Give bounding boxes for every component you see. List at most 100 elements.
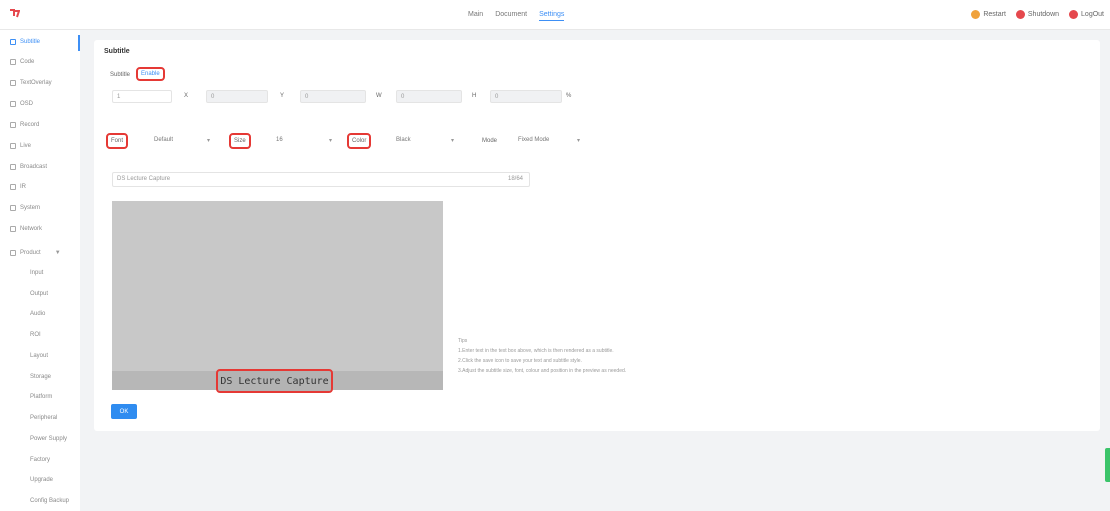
top-nav: Main Document Settings bbox=[468, 11, 565, 21]
broadcast-icon bbox=[10, 164, 16, 170]
sidebar-subitem-upgrade[interactable]: Upgrade bbox=[30, 477, 53, 483]
coord-h-input[interactable]: 0 bbox=[396, 90, 462, 103]
logout-icon bbox=[1069, 10, 1079, 19]
sidebar-subitem-storage[interactable]: Storage bbox=[30, 374, 51, 380]
logout-button[interactable]: LogOut bbox=[1069, 10, 1104, 19]
coord-y-input[interactable]: 0 bbox=[206, 90, 268, 103]
chevron-down-icon: ▾ bbox=[450, 137, 454, 144]
shutdown-icon bbox=[1015, 10, 1025, 19]
sidebar-item-label: Code bbox=[20, 59, 35, 65]
sidebar-item-label: Record bbox=[20, 122, 40, 128]
sidebar-item-label: TextOverlay bbox=[20, 80, 52, 86]
code-icon bbox=[10, 59, 16, 65]
sidebar-item-textoverlay[interactable]: TextOverlay bbox=[10, 78, 52, 88]
coord-w-unit: W bbox=[376, 93, 382, 99]
coord-percent-unit: % bbox=[566, 93, 572, 99]
coord-y-unit: Y bbox=[280, 93, 285, 99]
video-preview[interactable] bbox=[112, 201, 443, 390]
tips-line: 2.Click the save icon to save your text … bbox=[458, 358, 582, 364]
sidebar-subitem-audio[interactable]: Audio bbox=[30, 311, 45, 317]
logout-label: LogOut bbox=[1081, 11, 1104, 18]
sidebar-item-label: Broadcast bbox=[20, 164, 48, 170]
font-select-value: Default bbox=[154, 137, 174, 143]
mode-label: Mode bbox=[482, 138, 498, 144]
sidebar-subitem-roi[interactable]: ROI bbox=[30, 332, 41, 338]
sidebar-subitem-output[interactable]: Output bbox=[30, 291, 48, 297]
text-overlay-icon bbox=[10, 80, 16, 86]
page-title: Subtitle bbox=[104, 48, 130, 55]
sidebar-item-label: Network bbox=[20, 226, 43, 232]
font-select[interactable]: Default ▾ bbox=[150, 133, 214, 147]
coord-x-unit: X bbox=[184, 93, 189, 99]
chevron-down-icon: ▾ bbox=[206, 137, 210, 144]
tips-title: Tips bbox=[458, 338, 468, 344]
subtitle-text-value: DS Lecture Capture bbox=[117, 176, 171, 182]
size-label: Size bbox=[229, 133, 251, 149]
ok-button[interactable]: OK bbox=[111, 404, 137, 419]
sidebar-item-system[interactable]: System bbox=[10, 203, 40, 213]
color-select[interactable]: Black ▾ bbox=[392, 133, 458, 147]
subtitle-enable-toggle[interactable]: Enable bbox=[136, 67, 165, 81]
mode-select[interactable]: Fixed Mode ▾ bbox=[514, 133, 584, 147]
top-bar: Main Document Settings Restart Shutdown … bbox=[0, 0, 1110, 30]
sidebar-item-osd[interactable]: OSD bbox=[10, 99, 33, 109]
side-drawer-handle[interactable] bbox=[1105, 448, 1110, 482]
osd-icon bbox=[10, 101, 16, 107]
mode-select-value: Fixed Mode bbox=[518, 137, 550, 143]
restart-icon bbox=[971, 10, 981, 19]
sidebar-subitem-power-supply[interactable]: Power Supply bbox=[30, 436, 67, 442]
chevron-down-icon: ▾ bbox=[576, 137, 580, 144]
coord-w-input[interactable]: 0 bbox=[300, 90, 366, 103]
subtitle-label: Subtitle bbox=[110, 72, 131, 78]
sidebar-subitem-layout[interactable]: Layout bbox=[30, 353, 48, 359]
sidebar-item-code[interactable]: Code bbox=[10, 57, 34, 67]
sidebar-item-label: Product bbox=[20, 250, 41, 256]
sidebar-item-product[interactable]: Product ▼ bbox=[10, 248, 61, 258]
restart-button[interactable]: Restart bbox=[971, 10, 1006, 19]
shutdown-button[interactable]: Shutdown bbox=[1015, 10, 1060, 19]
sidebar-item-broadcast[interactable]: Broadcast bbox=[10, 162, 47, 172]
tips-panel: Tips 1.Enter text in the text box above,… bbox=[458, 336, 626, 376]
color-label: Color bbox=[346, 133, 372, 149]
tab-document[interactable]: Document bbox=[495, 11, 527, 21]
sidebar-item-network[interactable]: Network bbox=[10, 224, 42, 234]
color-select-value: Black bbox=[396, 137, 411, 143]
coord-percent-input[interactable]: 0 bbox=[490, 90, 562, 103]
subtitle-text-input[interactable]: DS Lecture Capture 18/64 bbox=[112, 172, 530, 187]
sidebar-subitem-config-backup[interactable]: Config Backup bbox=[30, 498, 69, 504]
sidebar-subitem-input[interactable]: Input bbox=[30, 270, 43, 276]
top-actions: Restart Shutdown LogOut bbox=[971, 10, 1104, 19]
live-icon bbox=[10, 143, 16, 149]
sidebar-subitem-factory[interactable]: Factory bbox=[30, 457, 50, 463]
tips-line: 1.Enter text in the text box above, whic… bbox=[458, 348, 614, 354]
sidebar-item-ir[interactable]: IR bbox=[10, 182, 26, 192]
size-select[interactable]: 16 ▾ bbox=[272, 133, 336, 147]
network-icon bbox=[10, 226, 16, 232]
chevron-down-icon: ▾ bbox=[328, 137, 332, 144]
sidebar-subitem-peripheral[interactable]: Peripheral bbox=[30, 415, 57, 421]
sidebar-item-label: Live bbox=[20, 143, 32, 149]
tips-line: 3.Adjust the subtitle size, font, colour… bbox=[458, 368, 627, 374]
sidebar-item-live[interactable]: Live bbox=[10, 141, 31, 151]
coord-h-unit: H bbox=[472, 93, 477, 99]
sidebar-subitem-platform[interactable]: Platform bbox=[30, 394, 52, 400]
tab-main[interactable]: Main bbox=[468, 11, 483, 21]
ir-icon bbox=[10, 184, 16, 190]
sidebar-item-subtitle[interactable]: Subtitle bbox=[10, 37, 40, 47]
system-icon bbox=[10, 205, 16, 211]
shutdown-label: Shutdown bbox=[1027, 11, 1060, 18]
sidebar-item-label: OSD bbox=[20, 101, 34, 107]
chevron-down-icon: ▼ bbox=[54, 250, 61, 256]
sidebar: Subtitle Code TextOverlay OSD Record Liv… bbox=[0, 30, 80, 511]
coord-x-input[interactable]: 1 bbox=[112, 90, 172, 103]
app-logo-icon bbox=[10, 9, 20, 18]
sidebar-active-indicator bbox=[78, 35, 80, 51]
restart-label: Restart bbox=[983, 11, 1006, 18]
sidebar-item-label: System bbox=[20, 205, 41, 211]
tab-settings[interactable]: Settings bbox=[539, 11, 565, 21]
font-label: Font bbox=[105, 133, 129, 149]
product-icon bbox=[10, 250, 16, 256]
sidebar-item-label: Subtitle bbox=[20, 39, 41, 45]
sidebar-item-record[interactable]: Record bbox=[10, 120, 39, 130]
subtitle-caption-overlay[interactable]: DS Lecture Capture bbox=[216, 369, 333, 393]
